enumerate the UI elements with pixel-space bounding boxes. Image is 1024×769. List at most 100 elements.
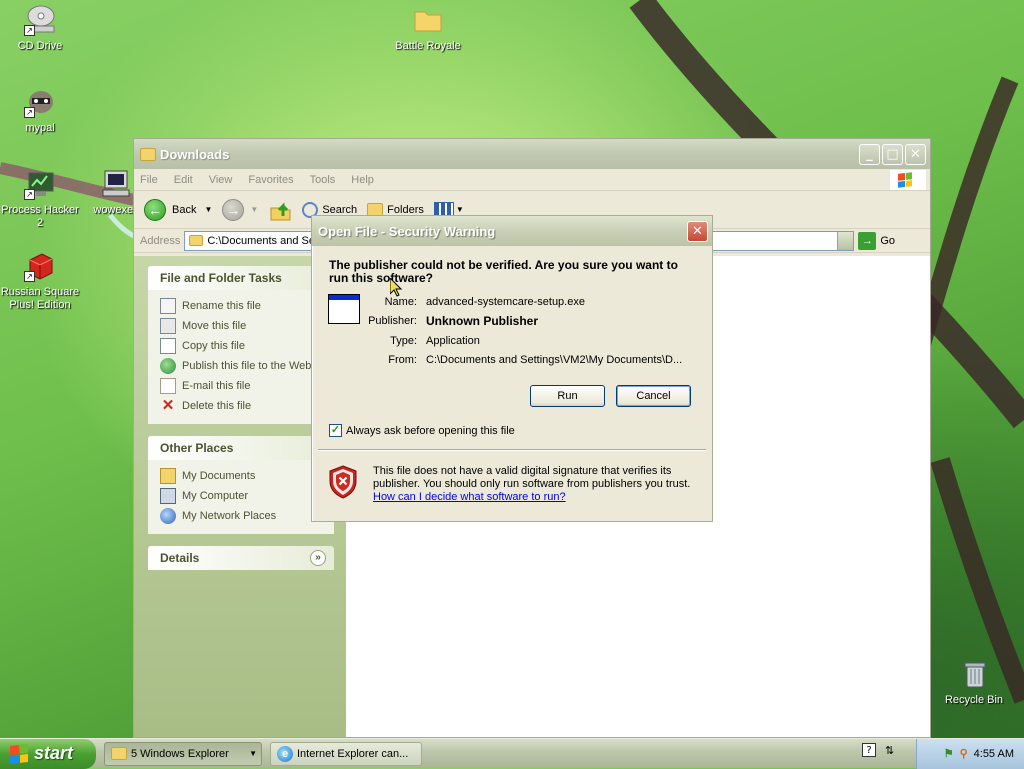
desktop-icon-recycle-bin[interactable]: Recycle Bin [934, 658, 1014, 707]
menu-edit[interactable]: Edit [174, 174, 193, 186]
address-label: Address [140, 234, 181, 247]
menu-favorites[interactable]: Favorites [248, 174, 293, 186]
go-arrow-icon: → [858, 231, 877, 250]
task-publish[interactable]: Publish this file to the Web [160, 356, 334, 376]
task-label: Rename this file [182, 300, 261, 312]
process-hacker-icon: ↗ [24, 168, 56, 200]
file-folder-tasks-panel: File and Folder Tasks Rename this file M… [148, 266, 334, 424]
always-ask-checkbox[interactable]: ✓ [329, 424, 342, 437]
explorer-titlebar[interactable]: Downloads _ □ ✕ [134, 139, 930, 169]
desktop-icon-russian-square[interactable]: ↗ Russian Square Plus! Edition [0, 250, 80, 312]
publisher-label: Publisher: [368, 315, 417, 328]
recycle-bin-icon [958, 658, 990, 690]
back-button[interactable]: ← Back ▼ [144, 198, 212, 221]
type-label: Type: [390, 334, 417, 347]
desktop-icon-label: Recycle Bin [944, 694, 1004, 706]
menu-tools[interactable]: Tools [310, 174, 336, 186]
chevron-down-icon[interactable]: ▼ [204, 205, 212, 214]
maximize-button[interactable]: □ [882, 143, 903, 165]
menu-help[interactable]: Help [351, 174, 374, 186]
always-ask-label: Always ask before opening this file [346, 424, 515, 437]
security-shield-icon [329, 465, 357, 499]
desktop-icon-label: Russian Square Plus! Edition [0, 286, 80, 311]
go-button[interactable]: → Go [858, 231, 896, 250]
dialog-close-button[interactable]: ✕ [687, 220, 708, 242]
file-info: Name: advanced-systemcare-setup.exe Publi… [362, 292, 692, 370]
publisher-value: Unknown Publisher [426, 314, 539, 329]
task-move[interactable]: Move this file [160, 316, 334, 336]
windows-logo-icon [890, 169, 926, 190]
start-button[interactable]: start [0, 738, 96, 769]
task-email[interactable]: E-mail this file [160, 376, 334, 396]
windows-flag-icon [10, 743, 28, 764]
red-cube-icon: ↗ [24, 250, 56, 282]
folder-icon [412, 4, 444, 36]
place-my-documents[interactable]: My Documents [160, 466, 334, 486]
place-my-computer[interactable]: My Computer [160, 486, 334, 506]
other-places-panel: Other Places My Documents My Computer My… [148, 436, 334, 534]
dialog-question: The publisher could not be verified. Are… [329, 258, 678, 285]
desktop-icon-process-hacker[interactable]: ↗ Process Hacker 2 [0, 168, 80, 230]
chevron-down-icon: ▼ [455, 205, 464, 214]
dialog-title: Open File - Security Warning [318, 223, 496, 239]
place-label: My Computer [182, 490, 249, 502]
desktop-icon-mypal[interactable]: ↗ mypal [0, 86, 80, 135]
menu-view[interactable]: View [209, 174, 233, 186]
connection-tray-icon[interactable]: ⇅ [885, 744, 899, 758]
cancel-button[interactable]: Cancel [616, 385, 691, 407]
cd-drive-icon: ↗ [24, 4, 56, 36]
move-icon [160, 318, 176, 334]
window-title: Downloads [160, 146, 230, 162]
folder-icon [189, 235, 204, 246]
desktop-icon-battle-royale[interactable]: Battle Royale [388, 4, 468, 53]
task-rename[interactable]: Rename this file [160, 296, 334, 316]
start-label: start [34, 743, 74, 763]
place-my-network[interactable]: My Network Places [160, 506, 334, 526]
clock[interactable]: 4:55 AM [974, 748, 1014, 760]
panel-header[interactable]: Details » [148, 546, 334, 570]
task-delete[interactable]: ✕ Delete this file [160, 396, 334, 416]
forward-button[interactable]: → ▼ [222, 198, 258, 221]
chevron-down-icon[interactable]: » [310, 550, 326, 566]
rename-icon [160, 298, 176, 314]
desktop-icon-label: CD Drive [17, 40, 63, 52]
taskbar-item-windows-explorer[interactable]: 5 Windows Explorer ▼ [104, 741, 262, 766]
back-label: Back [172, 203, 197, 216]
taskbar-item-internet-explorer[interactable]: e Internet Explorer can... [270, 741, 422, 766]
go-label: Go [880, 234, 896, 247]
application-icon [328, 294, 360, 324]
from-value: C:\Documents and Settings\VM2\My Documen… [426, 354, 683, 367]
folders-label: Folders [387, 203, 424, 216]
panel-header[interactable]: Other Places [148, 436, 334, 460]
back-arrow-icon: ← [144, 198, 166, 221]
task-copy[interactable]: Copy this file [160, 336, 334, 356]
dialog-titlebar[interactable]: Open File - Security Warning ✕ [312, 216, 712, 246]
chevron-down-icon: ▼ [249, 749, 257, 758]
run-button[interactable]: Run [530, 385, 605, 407]
task-label: Publish this file to the Web [182, 360, 312, 372]
address-dropdown-button[interactable] [837, 231, 854, 250]
network-tray-icon[interactable]: ⚑ [944, 747, 954, 760]
from-label: From: [388, 354, 417, 367]
search-tray-icon[interactable]: ⚲ [960, 747, 968, 760]
taskbar-item-label: Internet Explorer can... [297, 747, 409, 760]
panel-header[interactable]: File and Folder Tasks [148, 266, 334, 290]
always-ask-checkbox-row[interactable]: ✓ Always ask before opening this file [329, 424, 515, 437]
computer-icon [100, 168, 132, 200]
desktop-icon-cd-drive[interactable]: ↗ CD Drive [0, 4, 80, 53]
up-button[interactable] [268, 198, 292, 222]
menu-file[interactable]: File [140, 174, 158, 186]
menu-bar: File Edit View Favorites Tools Help [134, 169, 930, 191]
system-tray: ⚑ ⚲ 4:55 AM [916, 738, 1024, 769]
help-tray-icon[interactable]: ? [862, 743, 876, 757]
delete-x-icon: ✕ [161, 397, 175, 414]
internet-explorer-icon: e [277, 745, 293, 762]
minimize-button[interactable]: _ [859, 143, 880, 165]
details-label: Details [160, 551, 200, 565]
forward-arrow-icon: → [222, 198, 245, 221]
close-button[interactable]: ✕ [905, 143, 926, 165]
task-label: Delete this file [182, 400, 252, 412]
up-folder-icon [270, 201, 291, 220]
task-label: Copy this file [182, 340, 245, 352]
help-link[interactable]: How can I decide what software to run? [373, 491, 566, 503]
